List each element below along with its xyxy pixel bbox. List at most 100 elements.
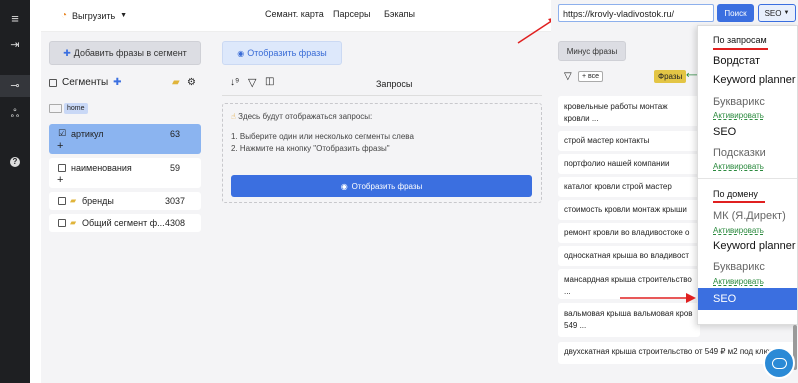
select-all-checkbox[interactable] xyxy=(49,78,57,87)
add-to-segment-button[interactable]: ✚ Добавить фразы в сегмент xyxy=(49,41,201,65)
add-segment-icon[interactable]: ✚ xyxy=(113,77,121,88)
segment-name: артикул xyxy=(71,129,104,139)
menu-item-bukvarix-domain[interactable]: Букварикс xyxy=(713,261,765,273)
segment-row[interactable]: ▰ Общий сегмент ф... 4308 xyxy=(49,214,201,232)
url-input[interactable]: https://krovly-vladivostok.ru/ xyxy=(558,4,714,22)
segment-count: 59 xyxy=(170,163,181,173)
segment-name: Общий сегмент ф... xyxy=(82,218,165,228)
segments-title: Сегменты xyxy=(62,77,109,88)
chat-icon xyxy=(771,357,787,369)
annotation-arrow-seo xyxy=(620,293,696,303)
add-folder-icon[interactable]: ▰ xyxy=(172,77,180,88)
list-item[interactable]: двухскатная крыша строительство от 549 ₽… xyxy=(558,342,796,364)
segment-row[interactable]: ☑ артикул 63 + xyxy=(49,124,201,154)
caret-down-icon: ▼ xyxy=(120,12,128,19)
pointer-hand-icon: ☝ xyxy=(231,112,236,121)
menu-item-bukvarix[interactable]: Букварикс xyxy=(713,96,765,108)
segment-checkbox[interactable] xyxy=(58,219,66,227)
activate-link[interactable]: Активировать xyxy=(713,277,764,286)
menu-item-hints[interactable]: Подсказки xyxy=(713,147,766,159)
home-folder[interactable]: home xyxy=(49,103,88,114)
segment-row[interactable]: наименования 59 + xyxy=(49,158,201,188)
menu-item-seo-domain-label: SEO xyxy=(713,293,737,305)
hint-step-1: 1. Выберите один или несколько сегменты … xyxy=(231,132,414,141)
eye-icon: ◉ xyxy=(340,181,348,191)
menu-item-mk-yandex[interactable]: МК (Я.Директ) xyxy=(713,210,786,222)
segment-row[interactable]: ▰ бренды 3037 xyxy=(49,192,201,210)
list-item[interactable]: стоимость кровли монтаж крыши xyxy=(558,200,700,220)
plus-icon[interactable]: + xyxy=(57,174,63,186)
help-icon[interactable]: ? xyxy=(0,155,30,167)
seo-button-label: SEO xyxy=(764,8,782,18)
plus-icon: ✚ xyxy=(63,47,71,58)
big-show-phrases-button[interactable]: ◉ Отобразить фразы xyxy=(231,175,532,197)
gear-icon[interactable]: ⚙ xyxy=(187,77,196,88)
upload-label: Выгрузить xyxy=(72,10,116,21)
segments-header: Сегменты ✚ ▰ ⚙ xyxy=(49,77,201,88)
activate-link[interactable]: Активировать xyxy=(713,162,764,171)
list-item[interactable]: строй мастер контакты xyxy=(558,131,700,151)
filter-icon[interactable]: ▽ xyxy=(564,71,572,82)
section-underline xyxy=(713,201,765,203)
segment-count: 63 xyxy=(170,129,181,139)
all-tag[interactable]: + все xyxy=(578,71,604,82)
segment-checkbox[interactable] xyxy=(58,164,66,172)
activate-link[interactable]: Активировать xyxy=(713,111,764,120)
menu-item-seo-domain[interactable]: SEO xyxy=(698,288,797,310)
phrases-tag[interactable]: Фразы xyxy=(654,70,687,83)
list-item[interactable]: ремонт кровли во владивостоке о xyxy=(558,223,700,243)
seo-dropdown-menu: По запросам Вордстат Keyword planner Бук… xyxy=(697,25,798,325)
menu-item-wordstat[interactable]: Вордстат xyxy=(713,55,760,67)
nav-semantic-map[interactable]: Семант. карта xyxy=(265,9,324,19)
menu-item-keyword-planner-domain[interactable]: Keyword planner xyxy=(713,240,796,252)
home-tag: home xyxy=(64,103,88,114)
show-phrases-button[interactable]: ◉ Отобразить фразы xyxy=(222,41,342,65)
queries-header: ↓⁹ ▽ ◫ Запросы xyxy=(222,72,542,96)
hint-title: ☝ Здесь будут отображаться запросы: xyxy=(231,112,373,121)
sort-icon[interactable]: ↓⁹ xyxy=(230,77,239,88)
section-underline xyxy=(713,48,768,50)
list-item[interactable]: портфолио нашей компании xyxy=(558,154,700,174)
chat-button[interactable] xyxy=(763,347,795,379)
key-icon[interactable]: ⊸ xyxy=(0,75,30,97)
cloud-upload-icon: ◔ xyxy=(61,10,68,21)
segment-checkbox[interactable] xyxy=(58,197,66,205)
nav-parsers[interactable]: Парсеры xyxy=(333,9,370,19)
folder-icon: ▰ xyxy=(70,196,77,205)
app-sidebar: ≡ ⇥ ⊸ ஃ ? xyxy=(0,0,30,383)
folder-icon: ▰ xyxy=(70,218,77,227)
plus-icon[interactable]: + xyxy=(57,140,63,152)
show-phrases-label: Отобразить фразы xyxy=(247,48,327,58)
list-item[interactable]: односкатная крыша во владивост xyxy=(558,246,700,266)
nav-backups[interactable]: Бэкапы xyxy=(384,9,415,19)
checkbox-checked-icon[interactable]: ☑ xyxy=(58,128,66,139)
segment-count: 4308 xyxy=(165,218,186,228)
minus-phrases-button[interactable]: Минус фразы xyxy=(558,41,626,61)
caret-down-icon: ▼ xyxy=(783,10,790,16)
section-by-queries: По запросам xyxy=(713,35,767,45)
section-by-domain: По домену xyxy=(713,189,758,199)
activate-link[interactable]: Активировать xyxy=(713,226,764,235)
add-to-segment-label: Добавить фразы в сегмент xyxy=(73,48,187,58)
menu-icon[interactable]: ≡ xyxy=(0,11,30,26)
dropdown-divider xyxy=(698,178,797,179)
menu-item-keyword-planner[interactable]: Keyword planner xyxy=(713,74,796,86)
search-button[interactable]: Поиск xyxy=(717,4,754,22)
list-item[interactable]: каталог кровли строй мастер xyxy=(558,177,700,197)
filter-icon[interactable]: ▽ xyxy=(248,76,256,89)
menu-item-seo[interactable]: SEO xyxy=(713,126,736,138)
copy-icon[interactable]: ◫ xyxy=(265,76,274,87)
top-bar: ◔ Выгрузить ▼ Семант. карта Парсеры Бэка… xyxy=(41,0,551,32)
upload-menu[interactable]: ◔ Выгрузить ▼ xyxy=(61,10,127,21)
login-icon[interactable]: ⇥ xyxy=(0,38,30,51)
phrases-toolbar: ▽ + все Фразы ⟵ xyxy=(558,70,700,86)
seo-dropdown-button[interactable]: SEO ▼ xyxy=(758,4,796,22)
queries-placeholder: ☝ Здесь будут отображаться запросы: 1. В… xyxy=(222,103,542,203)
segment-name: наименования xyxy=(71,163,132,173)
sitemap-icon[interactable]: ஃ xyxy=(0,108,30,122)
segment-name: бренды xyxy=(82,196,114,206)
folder-icon xyxy=(49,104,62,113)
list-item[interactable]: вальмовая крыша вальмовая кров 549 ... xyxy=(558,303,700,337)
list-item[interactable]: кровельные работы монтаж кровли ... xyxy=(558,96,700,126)
eye-icon: ◉ xyxy=(237,48,245,58)
